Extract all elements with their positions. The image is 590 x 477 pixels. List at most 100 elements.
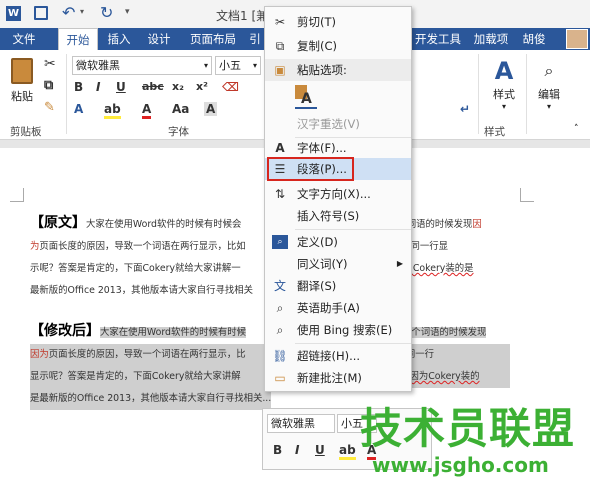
revised-line-4: 是最新版的Office 2013，其他版本请大家自行寻找相关... [30, 388, 272, 410]
menu-item-bing-search[interactable]: ⌕ 使用 Bing 搜索(E) [265, 319, 411, 341]
menu-item-copy[interactable]: ⧉ 复制(C) [265, 35, 411, 57]
editing-button[interactable]: ⌕ 编辑 ▾ [532, 56, 566, 111]
chevron-down-icon: ▾ [203, 61, 208, 70]
hyperlink-icon: ⛓ [272, 349, 288, 363]
format-painter-icon[interactable]: ✎ [44, 100, 55, 115]
clipboard-icon [11, 58, 33, 84]
mini-underline-button[interactable]: U [315, 443, 325, 457]
original-heading: 【原文】 [30, 215, 86, 231]
menu-label: 文字方向(X)... [297, 187, 371, 201]
text-direction-icon: ⇅ [274, 187, 286, 201]
text-effects-icon[interactable]: A [74, 102, 83, 116]
translate-icon: 文 [273, 279, 286, 293]
menu-label: 汉字重选(V) [297, 117, 360, 131]
context-menu: ✂ 剪切(T) ⧉ 复制(C) ▣ 粘贴选项: A 汉字重选(V) A 字体(F)...… [264, 6, 412, 392]
tab-file[interactable]: 文件 [0, 28, 48, 50]
subscript-button[interactable]: x₂ [172, 80, 184, 93]
revised-heading: 【修改后】 [30, 323, 100, 339]
define-icon: ⌕ [272, 235, 288, 249]
user-avatar[interactable] [566, 29, 588, 49]
clear-format-icon[interactable]: ⌫ [222, 80, 239, 94]
bold-button[interactable]: B [74, 80, 83, 94]
margin-mark-right [520, 188, 534, 202]
font-name-value: 微软雅黑 [271, 417, 315, 430]
comment-icon: ▭ [274, 371, 286, 385]
menu-item-font[interactable]: A 字体(F)... [265, 137, 411, 159]
copy-icon[interactable]: ⧉ [44, 78, 53, 93]
text-run: 大家在使用Word软件的时候有时候 [100, 327, 246, 338]
mini-italic-button[interactable]: I [295, 443, 299, 457]
tab-references[interactable]: 引 [248, 28, 262, 50]
menu-item-translate[interactable]: 文翻译(S) [265, 275, 411, 297]
text-run: 页面长度的原因，导致一个词语在两行显示，比 [48, 349, 246, 360]
menu-item-define[interactable]: ⌕ 定义(D) [265, 231, 411, 253]
styles-button[interactable]: A 样式 ▾ [486, 56, 522, 111]
menu-label: 翻译(S) [297, 279, 337, 293]
char-shading-icon[interactable]: A [204, 102, 218, 116]
user-name[interactable]: 胡俊 [518, 28, 550, 50]
font-name-combo[interactable]: 微软雅黑 ▾ [72, 56, 212, 75]
customize-toolbar-icon[interactable]: ▾ [125, 7, 130, 17]
text-run: 大家在使用Word软件的时候有时候会 [86, 219, 242, 230]
word-app-icon[interactable]: W [6, 6, 21, 21]
paste-text-only-icon[interactable]: A [295, 85, 317, 109]
search-icon: ⌕ [276, 323, 284, 337]
letter-a-icon: A [301, 91, 312, 107]
text-run: 是最新版的Office 2013，其他版本请大家自行寻找相关... [30, 393, 272, 404]
superscript-button[interactable]: x² [196, 80, 208, 93]
tab-addins[interactable]: 加载项 [470, 28, 512, 50]
underline-button[interactable]: U [116, 80, 126, 94]
menu-item-cut[interactable]: ✂ 剪切(T) [265, 11, 411, 33]
cut-icon[interactable]: ✂ [44, 56, 56, 72]
font-color-icon[interactable]: A [142, 102, 152, 119]
menu-label: 使用 Bing 搜索(E) [297, 323, 393, 337]
menu-item-synonyms[interactable]: 同义词(Y) ▶ [265, 253, 411, 275]
font-size-combo[interactable]: 小五 ▾ [215, 56, 261, 75]
menu-item-new-comment[interactable]: ▭ 新建批注(M) [265, 367, 411, 389]
mini-bold-button[interactable]: B [273, 443, 282, 457]
change-case-icon[interactable]: Aa [172, 102, 189, 116]
mini-font-name-combo[interactable]: 微软雅黑 [267, 414, 335, 433]
redo-icon[interactable]: ↻ [100, 3, 113, 22]
tab-page-layout[interactable]: 页面布局 [182, 28, 244, 50]
menu-label: 定义(D) [297, 235, 338, 249]
submenu-arrow-icon: ▶ [396, 259, 403, 268]
menu-item-reconvert[interactable]: 汉字重选(V) [265, 113, 411, 135]
mini-highlight-icon[interactable]: ab [339, 443, 356, 460]
editing-label: 编辑 [538, 88, 560, 101]
tab-design[interactable]: 设计 [142, 28, 176, 50]
tab-insert[interactable]: 插入 [102, 28, 136, 50]
tab-developer[interactable]: 开发工具 [412, 28, 464, 50]
strikethrough-button[interactable]: abc [142, 80, 164, 93]
italic-button[interactable]: I [96, 80, 100, 94]
paste-button[interactable]: 粘贴 [8, 58, 36, 118]
menu-item-insert-symbol[interactable]: 插入符号(S) [265, 205, 411, 227]
paragraph-highlight-box [267, 157, 354, 181]
margin-mark-left [10, 188, 24, 202]
menu-item-paste-options: ▣ 粘贴选项: [265, 59, 411, 81]
text-run: 示呢？答案是肯定的，下面Cokery就给大家讲解一 [30, 263, 241, 274]
save-icon[interactable] [34, 6, 48, 20]
group-style-label: 样式 [484, 126, 505, 138]
text-run: 一个词语的时候发现 [401, 327, 487, 338]
text-run: 为 [30, 241, 40, 252]
menu-label: 同义词(Y) [297, 257, 348, 271]
scissors-icon: ✂ [274, 15, 286, 29]
menu-label: 粘贴选项: [297, 63, 347, 77]
menu-label: 复制(C) [297, 39, 338, 53]
tab-home[interactable]: 开始 [58, 28, 98, 50]
font-size-value: 小五 [219, 59, 241, 72]
collapse-ribbon-icon[interactable]: ˄ [574, 124, 579, 134]
highlight-color-icon[interactable]: ab [104, 102, 121, 119]
menu-label: 英语助手(A) [297, 301, 360, 315]
menu-item-text-direction[interactable]: ⇅ 文字方向(X)... [265, 183, 411, 205]
watermark-title: 技术员联盟 [360, 404, 576, 453]
undo-icon[interactable]: ↶ [62, 3, 75, 22]
text-run: 最新版的Office 2013，其他版本请大家自行寻找相关 [30, 285, 253, 296]
undo-dropdown-icon[interactable]: ▾ [80, 7, 84, 16]
text-run: 因为 [30, 349, 49, 360]
menu-item-english-assistant[interactable]: ⌕ 英语助手(A) [265, 297, 411, 319]
menu-label: 字体(F)... [297, 141, 347, 155]
line-spacing-icon[interactable]: ↵ [460, 102, 470, 116]
menu-item-hyperlink[interactable]: ⛓ 超链接(H)... [265, 345, 411, 367]
